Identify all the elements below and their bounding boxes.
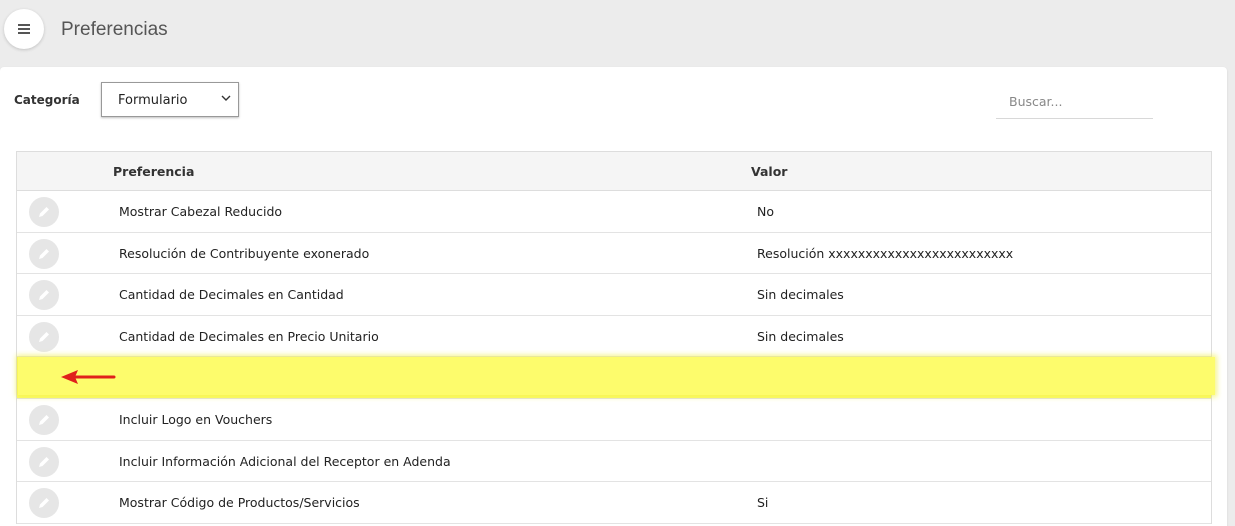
value-cell: No — [757, 204, 774, 219]
pencil-icon — [39, 207, 49, 217]
column-header-value[interactable]: Valor — [751, 164, 787, 179]
pencil-icon — [39, 331, 49, 342]
preference-cell: Resolución de Contribuyente exonerado — [119, 245, 370, 261]
preference-cell: Cantidad de Decimales en Cantidad — [119, 287, 344, 303]
column-header-preference[interactable]: Preferencia — [113, 164, 194, 179]
pencil-icon — [39, 248, 49, 259]
table-row[interactable]: Resolución de Contribuyente exonerado Res… — [17, 233, 1211, 275]
value-cell: Sin decimales — [757, 287, 844, 303]
edit-button[interactable] — [29, 446, 59, 477]
preference-cell: Mostrar Código de Productos/Servicios — [119, 495, 360, 511]
table-row[interactable]: Incluir Información Adicional del Recept… — [17, 441, 1211, 483]
table-row[interactable]: Mostrar Código de Productos/Servicios Si — [17, 482, 1211, 524]
edit-button[interactable] — [29, 280, 59, 311]
preference-cell: Cantidad de Decimales en Precio Unitario — [119, 328, 379, 344]
table-header: Preferencia Valor — [17, 152, 1211, 191]
search-input[interactable] — [996, 85, 1153, 119]
annotation-arrow-icon — [61, 370, 116, 384]
preferences-table: Preferencia Valor Mostrar Cabezal Reduci… — [16, 151, 1212, 524]
page-title: Preferencias — [61, 19, 168, 40]
category-label: Categoría — [14, 93, 80, 107]
row-highlight-annotation — [18, 357, 1215, 395]
category-select[interactable]: Formulario — [101, 82, 239, 117]
table-row[interactable]: Cantidad de Decimales en Cantidad Sin dec… — [17, 274, 1211, 316]
pencil-icon — [39, 456, 49, 467]
preference-cell: Incluir Logo en Vouchers — [119, 411, 273, 427]
top-bar: Preferencias — [0, 0, 1235, 60]
edit-button[interactable] — [29, 197, 59, 227]
table-row[interactable]: Incluir Logo en Vouchers — [17, 399, 1211, 441]
table-row[interactable]: Mostrar Cabezal Reducido No — [17, 191, 1211, 233]
pencil-icon — [39, 290, 49, 301]
hamburger-menu-icon — [18, 24, 30, 34]
edit-button[interactable] — [29, 404, 59, 435]
value-cell: Sin decimales — [757, 328, 844, 344]
value-cell: Si — [757, 495, 769, 511]
pencil-icon — [39, 414, 49, 425]
category-select-value: Formulario — [118, 93, 188, 108]
preference-cell: Mostrar Cabezal Reducido — [119, 204, 283, 219]
chevron-down-icon — [221, 95, 231, 101]
preferences-card: Categoría Formulario Preferencia Valor M… — [0, 67, 1227, 526]
preference-cell: Incluir Información Adicional del Recept… — [119, 453, 451, 469]
table-row[interactable]: Cantidad de Decimales en Precio Unitario… — [17, 316, 1211, 358]
edit-button[interactable] — [29, 321, 59, 352]
pencil-icon — [39, 498, 49, 509]
value-cell: Resolución xxxxxxxxxxxxxxxxxxxxxxxxx — [757, 245, 1014, 261]
edit-button[interactable] — [29, 488, 59, 519]
menu-button[interactable] — [4, 9, 44, 49]
edit-button[interactable] — [29, 238, 59, 269]
